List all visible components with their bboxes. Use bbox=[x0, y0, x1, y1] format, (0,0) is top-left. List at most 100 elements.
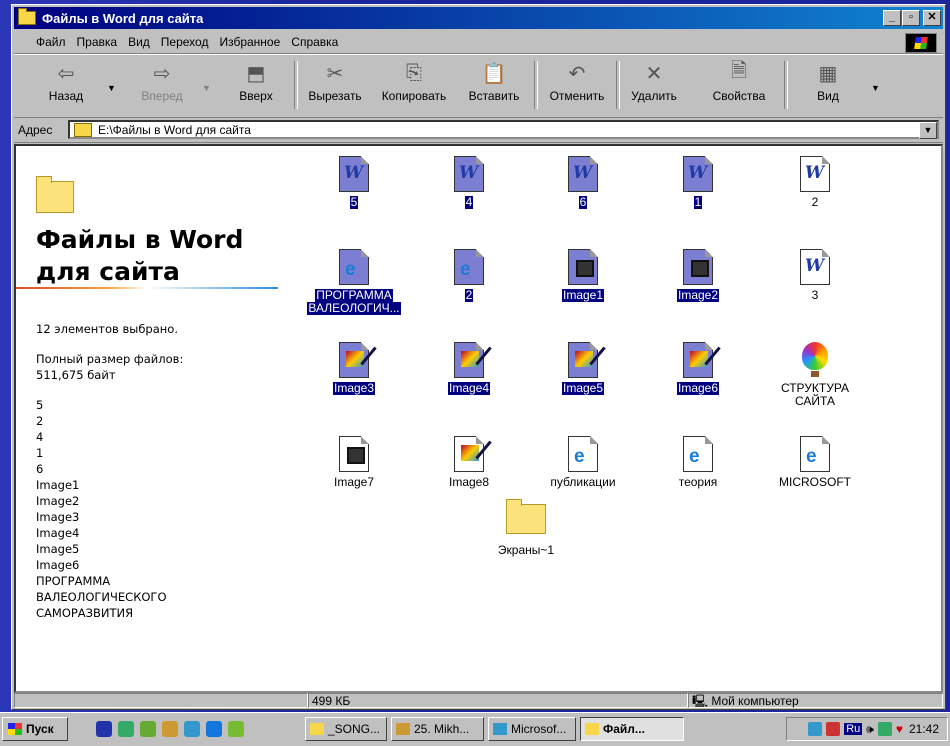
title-bar[interactable]: Файлы в Word для сайта _ ▫ ✕ bbox=[14, 7, 943, 29]
file-microsoft[interactable]: e MICROSOFT bbox=[760, 436, 870, 489]
address-dropdown-icon[interactable]: ▼ bbox=[919, 122, 937, 139]
word-doc-icon: W bbox=[800, 249, 830, 285]
menu-go[interactable]: Переход bbox=[161, 35, 209, 49]
quicklaunch-icon[interactable] bbox=[184, 721, 200, 737]
window-title: Файлы в Word для сайта bbox=[42, 10, 204, 26]
quicklaunch-icon[interactable] bbox=[140, 721, 156, 737]
copy-label: Копировать bbox=[381, 89, 447, 103]
forward-dropdown-icon[interactable]: ▼ bbox=[202, 83, 211, 93]
file-label: 2 bbox=[811, 195, 819, 209]
up-button[interactable]: ⬒ Вверх bbox=[226, 59, 286, 104]
file-image6[interactable]: Image6 bbox=[643, 342, 753, 395]
cut-label: Вырезать bbox=[308, 89, 362, 103]
total-size: Полный размер файлов: 511,675 байт bbox=[36, 351, 183, 383]
list-item: 2 bbox=[36, 414, 44, 428]
list-item: 4 bbox=[36, 430, 44, 444]
file-6[interactable]: W 6 bbox=[528, 156, 638, 209]
back-dropdown-icon[interactable]: ▼ bbox=[107, 83, 116, 93]
file-publikacii[interactable]: e публикации bbox=[528, 436, 638, 489]
task-microsoft[interactable]: Microsof... bbox=[488, 717, 576, 741]
menu-edit[interactable]: Правка bbox=[77, 35, 118, 49]
address-path: E:\Файлы в Word для сайта bbox=[98, 122, 251, 137]
menu-favorites[interactable]: Избранное bbox=[219, 35, 280, 49]
computer-icon: 🖳 bbox=[692, 694, 712, 708]
file-struktura[interactable]: СТРУКТУРА САЙТА bbox=[760, 342, 870, 408]
toolbar-separator bbox=[294, 61, 298, 109]
file-image5[interactable]: Image5 bbox=[528, 342, 638, 395]
speaker-icon[interactable]: 🕪 bbox=[866, 722, 874, 737]
ie-html-icon: e bbox=[568, 436, 598, 472]
file-image4[interactable]: Image4 bbox=[414, 342, 524, 395]
list-item: САМОРАЗВИТИЯ bbox=[36, 606, 134, 620]
language-indicator[interactable]: Ru bbox=[844, 723, 863, 735]
properties-button[interactable]: 🗎 Свойства bbox=[706, 59, 772, 103]
ie-html-icon: e bbox=[800, 436, 830, 472]
menu-file[interactable]: Файл bbox=[36, 35, 66, 49]
maximize-button[interactable]: ▫ bbox=[902, 10, 920, 26]
paint-file-icon bbox=[683, 342, 713, 378]
panel-title-line2: для сайта bbox=[36, 257, 180, 286]
web-view-panel: Файлы в Word для сайта 12 элементов выбр… bbox=[16, 146, 286, 691]
file-1[interactable]: W 1 bbox=[643, 156, 753, 209]
delete-x-icon: ✕ bbox=[645, 62, 663, 85]
undo-button[interactable]: ↶ Отменить bbox=[544, 59, 610, 104]
copy-icon: ⎘ bbox=[406, 61, 422, 84]
quicklaunch-icon[interactable] bbox=[96, 721, 112, 737]
view-button[interactable]: ▦ Вид bbox=[804, 59, 852, 104]
file-image7[interactable]: Image7 bbox=[299, 436, 409, 489]
quicklaunch-icon[interactable] bbox=[228, 721, 244, 737]
start-label: Пуск bbox=[26, 722, 54, 736]
copy-button[interactable]: ⎘ Копировать bbox=[376, 59, 452, 104]
start-button[interactable]: Пуск bbox=[2, 717, 68, 741]
file-label: 5 bbox=[349, 195, 359, 209]
system-tray: Ru 🕪 ♥ 21:42 bbox=[786, 717, 948, 741]
close-button[interactable]: ✕ bbox=[923, 10, 941, 26]
view-dropdown-icon[interactable]: ▼ bbox=[871, 83, 880, 93]
status-location-label: Мой компьютер bbox=[711, 694, 799, 708]
folder-icon bbox=[310, 723, 324, 735]
list-item: 5 bbox=[36, 398, 44, 412]
ie-icon[interactable] bbox=[206, 721, 222, 737]
menu-view[interactable]: Вид bbox=[128, 35, 150, 49]
file-image2[interactable]: Image2 bbox=[643, 249, 753, 302]
folder-view[interactable]: Файлы в Word для сайта 12 элементов выбр… bbox=[14, 144, 943, 693]
total-size-label: Полный размер файлов: bbox=[36, 352, 184, 366]
file-image1[interactable]: Image1 bbox=[528, 249, 638, 302]
windows-logo-icon bbox=[8, 723, 22, 735]
heart-icon[interactable]: ♥ bbox=[896, 722, 903, 736]
tray-icon[interactable] bbox=[808, 722, 823, 736]
file-4[interactable]: W 4 bbox=[414, 156, 524, 209]
clock: 21:42 bbox=[908, 722, 939, 736]
tray-icon[interactable] bbox=[826, 722, 841, 736]
folder-ekrany[interactable]: Экраны~1 bbox=[471, 496, 581, 557]
cut-button[interactable]: ✂ Вырезать bbox=[304, 59, 366, 104]
windows-logo-icon bbox=[905, 33, 937, 53]
toolbar: ⇦ Назад ▼ ⇨ Вперед ▼ ⬒ Вверх ✂ Вырезать … bbox=[14, 54, 943, 118]
minimize-button[interactable]: _ bbox=[883, 10, 901, 26]
task-mikh[interactable]: 25. Mikh... bbox=[391, 717, 484, 741]
file-3[interactable]: W 3 bbox=[760, 249, 870, 302]
paste-button[interactable]: 📋 Вставить bbox=[462, 59, 526, 104]
tray-icon[interactable] bbox=[877, 722, 892, 736]
file-image8[interactable]: Image8 bbox=[414, 436, 524, 489]
task-files[interactable]: Файл... bbox=[580, 717, 684, 741]
file-5[interactable]: W 5 bbox=[299, 156, 409, 209]
address-input[interactable]: E:\Файлы в Word для сайта ▼ bbox=[68, 120, 939, 139]
task-song[interactable]: _SONG... bbox=[305, 717, 387, 741]
quicklaunch-icon[interactable] bbox=[118, 721, 134, 737]
file-2-html[interactable]: e 2 bbox=[414, 249, 524, 302]
properties-label: Свойства bbox=[712, 89, 766, 103]
delete-button[interactable]: ✕ Удалить bbox=[626, 59, 682, 104]
file-2-doc[interactable]: W 2 bbox=[760, 156, 870, 209]
file-label: 1 bbox=[693, 195, 703, 209]
menu-help[interactable]: Справка bbox=[291, 35, 338, 49]
list-item: Image3 bbox=[36, 510, 80, 524]
forward-button[interactable]: ⇨ Вперед bbox=[132, 59, 192, 104]
file-teoriya[interactable]: e теория bbox=[643, 436, 753, 489]
back-button[interactable]: ⇦ Назад bbox=[36, 59, 96, 104]
file-image3[interactable]: Image3 bbox=[299, 342, 409, 395]
status-location: 🖳 Мой компьютер bbox=[688, 693, 943, 708]
file-programma[interactable]: e ПРОГРАММА ВАЛЕОЛОГИЧ... bbox=[299, 249, 409, 315]
quicklaunch-icon[interactable] bbox=[162, 721, 178, 737]
word-doc-icon: W bbox=[683, 156, 713, 192]
